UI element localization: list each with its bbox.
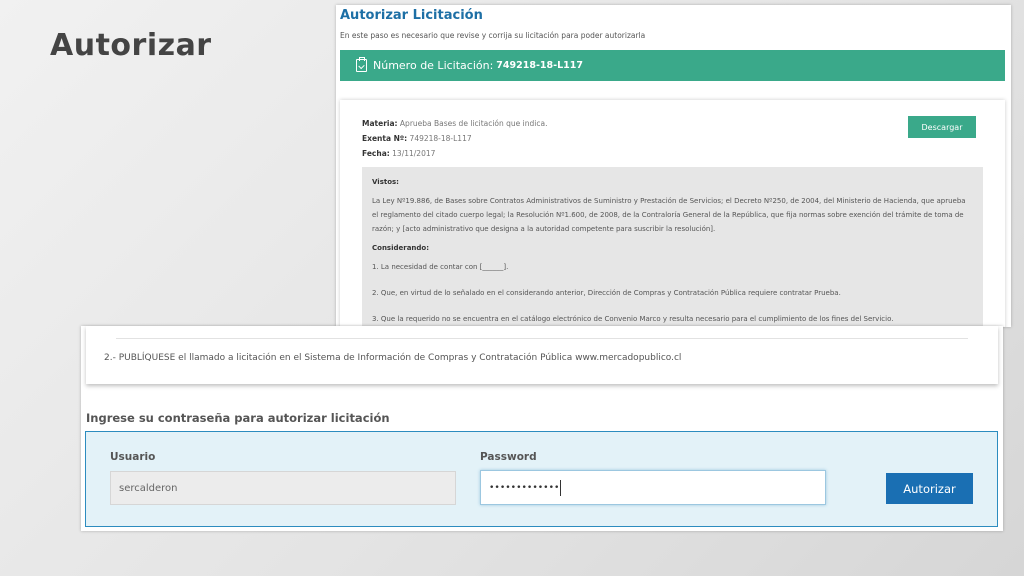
page-title: Autorizar Licitación: [340, 8, 483, 23]
auth-form: Usuario Password ••••••••••••• Autorizar: [85, 431, 998, 527]
publiquese-text: 2.- PUBLÍQUESE el llamado a licitación e…: [104, 353, 682, 363]
auth-title: Ingrese su contraseña para autorizar lic…: [86, 411, 390, 425]
numero-label: Número de Licitación:: [373, 59, 494, 72]
password-value: •••••••••••••: [489, 482, 560, 493]
autorizar-button[interactable]: Autorizar: [886, 473, 973, 504]
numero-value: 749218-18-L117: [496, 60, 583, 71]
slide-title: Autorizar: [50, 28, 212, 63]
considerando-item: 2. Que, en virtud de lo señalado en el c…: [372, 289, 841, 297]
usuario-label: Usuario: [110, 451, 156, 463]
publiquese-card: 2.- PUBLÍQUESE el llamado a licitación e…: [86, 326, 998, 384]
usuario-field[interactable]: [110, 471, 456, 505]
materia-value: Aprueba Bases de licitación que indica.: [399, 119, 548, 128]
download-button[interactable]: Descargar: [908, 116, 976, 138]
document-body: Vistos: La Ley Nº19.886, de Bases sobre …: [362, 167, 983, 327]
clipboard-check-icon: [356, 57, 367, 72]
vistos-text: La Ley Nº19.886, de Bases sobre Contrato…: [372, 197, 966, 233]
materia-row: Materia: Aprueba Bases de licitación que…: [362, 119, 547, 128]
licitacion-document-panel: Autorizar Licitación En este paso es nec…: [336, 5, 1011, 327]
authorization-panel: 2.- PUBLÍQUESE el llamado a licitación e…: [81, 326, 1003, 531]
exenta-row: Exenta Nº: 749218-18-L117: [362, 134, 472, 143]
text-caret: [560, 479, 562, 496]
exenta-value: 749218-18-L117: [409, 134, 472, 143]
considerando-item: 1. La necesidad de contar con [______].: [372, 263, 509, 271]
materia-label: Materia:: [362, 119, 398, 128]
considerando-item: 3. Que la requerido no se encuentra en e…: [372, 315, 894, 323]
numero-licitacion-bar: Número de Licitación: 749218-18-L117: [340, 50, 1005, 81]
fecha-label: Fecha:: [362, 149, 390, 158]
password-label: Password: [480, 451, 537, 463]
vistos-heading: Vistos:: [372, 178, 399, 186]
fecha-row: Fecha: 13/11/2017: [362, 149, 435, 158]
password-field[interactable]: •••••••••••••: [480, 470, 826, 505]
page-subtitle: En este paso es necesario que revise y c…: [340, 31, 646, 40]
fecha-value: 13/11/2017: [392, 149, 436, 158]
considerando-heading: Considerando:: [372, 244, 430, 252]
document-card: Materia: Aprueba Bases de licitación que…: [340, 100, 1005, 327]
divider: [116, 338, 968, 339]
exenta-label: Exenta Nº:: [362, 134, 408, 143]
